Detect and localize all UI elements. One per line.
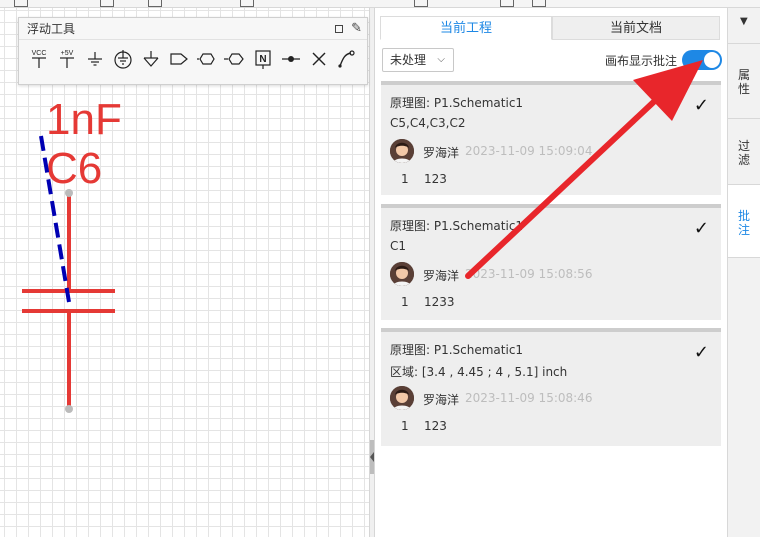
toolbar-button[interactable] (414, 0, 428, 7)
pin-icon[interactable]: ✎ (351, 18, 362, 40)
annotation-time: 2023-11-09 15:08:46 (465, 391, 593, 405)
annotation-time: 2023-11-09 15:09:04 (465, 144, 593, 158)
annotation-message: 123 (424, 172, 447, 186)
annotation-source: 原理图: P1.Schematic1 (390, 96, 524, 110)
earth-ground-icon[interactable] (111, 48, 135, 70)
vcc-icon[interactable]: VCC (27, 48, 51, 70)
tab-current-project[interactable]: 当前工程 (380, 16, 552, 40)
annotation-message: 123 (424, 419, 447, 433)
capacitor-symbol[interactable]: 1nF C6 (0, 8, 369, 537)
annotation-source: 原理图: P1.Schematic1 (390, 343, 524, 357)
toolbar-button[interactable] (100, 0, 114, 7)
show-annotations-label: 画布显示批注 (605, 54, 678, 68)
floating-tools-titlebar[interactable]: 浮动工具 ✎ (19, 18, 367, 40)
status-filter-value: 未处理 (390, 53, 427, 67)
status-filter-select[interactable]: 未处理 ⌵ (382, 48, 454, 72)
net-port-output-icon[interactable] (167, 48, 191, 70)
wire-tool-icon[interactable] (335, 48, 359, 70)
net-label-icon[interactable]: N (251, 48, 275, 70)
panel-tabs: 当前工程 当前文档 (380, 16, 720, 40)
signal-ground-icon[interactable] (139, 48, 163, 70)
tools-row: VCC +5V N (19, 40, 367, 84)
annotation-time: 2023-11-09 15:08:56 (465, 267, 593, 281)
maximize-icon[interactable] (335, 25, 343, 33)
pin-icon[interactable]: ▼ (740, 16, 748, 27)
toolbar-button[interactable] (14, 0, 28, 7)
ground-icon[interactable] (83, 48, 107, 70)
reply-index: 1 (401, 172, 409, 186)
toolbar-button[interactable] (500, 0, 514, 7)
net-port-bidirectional-icon[interactable] (195, 48, 219, 70)
side-tab-properties[interactable]: 属性 (728, 43, 760, 109)
top-toolbar-strip (0, 0, 760, 8)
side-tab-bar: ▼ 属性 过滤 批注 (727, 8, 760, 537)
annotation-author: 罗海洋 (423, 146, 460, 160)
floating-tools-window[interactable]: 浮动工具 ✎ VCC +5V N (18, 17, 368, 85)
annotation-card[interactable]: 原理图: P1.Schematic1 ✓ C1 罗海洋 2023-11-09 1… (381, 204, 721, 320)
reply-index: 1 (401, 295, 409, 309)
plus-5v-icon[interactable]: +5V (55, 48, 79, 70)
toolbar-button[interactable] (240, 0, 254, 7)
resolve-check-icon[interactable]: ✓ (694, 342, 709, 363)
svg-text:N: N (259, 54, 266, 65)
chevron-down-icon: ⌵ (437, 54, 445, 65)
side-tab-filter[interactable]: 过滤 (728, 118, 760, 184)
svg-text:+5V: +5V (61, 50, 74, 57)
toolbar-button[interactable] (532, 0, 546, 7)
annotations-panel: 当前工程 当前文档 未处理 ⌵ 画布显示批注 原理图: P1.Schematic… (375, 8, 727, 537)
annotation-author: 罗海洋 (423, 393, 460, 407)
annotation-target: 区域: [3.4 , 4.45 ; 4 , 5.1] inch (390, 365, 568, 379)
avatar (390, 262, 414, 286)
junction-icon[interactable] (279, 48, 303, 70)
annotation-card[interactable]: 原理图: P1.Schematic1 ✓ 区域: [3.4 , 4.45 ; 4… (381, 328, 721, 446)
svg-text:VCC: VCC (32, 50, 47, 57)
annotation-message: 1233 (424, 295, 455, 309)
schematic-canvas[interactable]: 1nF C6 (0, 8, 369, 537)
no-connect-icon[interactable] (307, 48, 331, 70)
pin-endpoint-bottom (65, 405, 73, 413)
side-tab-annotations[interactable]: 批注 (728, 184, 760, 258)
annotation-target: C5,C4,C3,C2 (390, 116, 466, 130)
component-value-label: 1nF (46, 95, 122, 144)
avatar (390, 386, 414, 410)
resolve-check-icon[interactable]: ✓ (694, 218, 709, 239)
component-designator: C6 (46, 144, 102, 193)
annotation-source: 原理图: P1.Schematic1 (390, 219, 524, 233)
annotation-target: C1 (390, 239, 407, 253)
resolve-check-icon[interactable]: ✓ (694, 95, 709, 116)
toolbar-button[interactable] (148, 0, 162, 7)
avatar (390, 139, 414, 163)
reply-index: 1 (401, 419, 409, 433)
tab-current-document[interactable]: 当前文档 (552, 16, 720, 40)
toggle-knob (704, 52, 720, 68)
floating-tools-title: 浮动工具 (27, 22, 76, 36)
collapse-handle[interactable] (370, 440, 374, 474)
show-annotations-toggle[interactable] (682, 50, 722, 70)
net-port-input-icon[interactable] (223, 48, 247, 70)
pin-endpoint-top (65, 189, 73, 197)
annotation-author: 罗海洋 (423, 269, 460, 283)
annotation-card[interactable]: 原理图: P1.Schematic1 ✓ C5,C4,C3,C2 罗海洋 202… (381, 81, 721, 195)
